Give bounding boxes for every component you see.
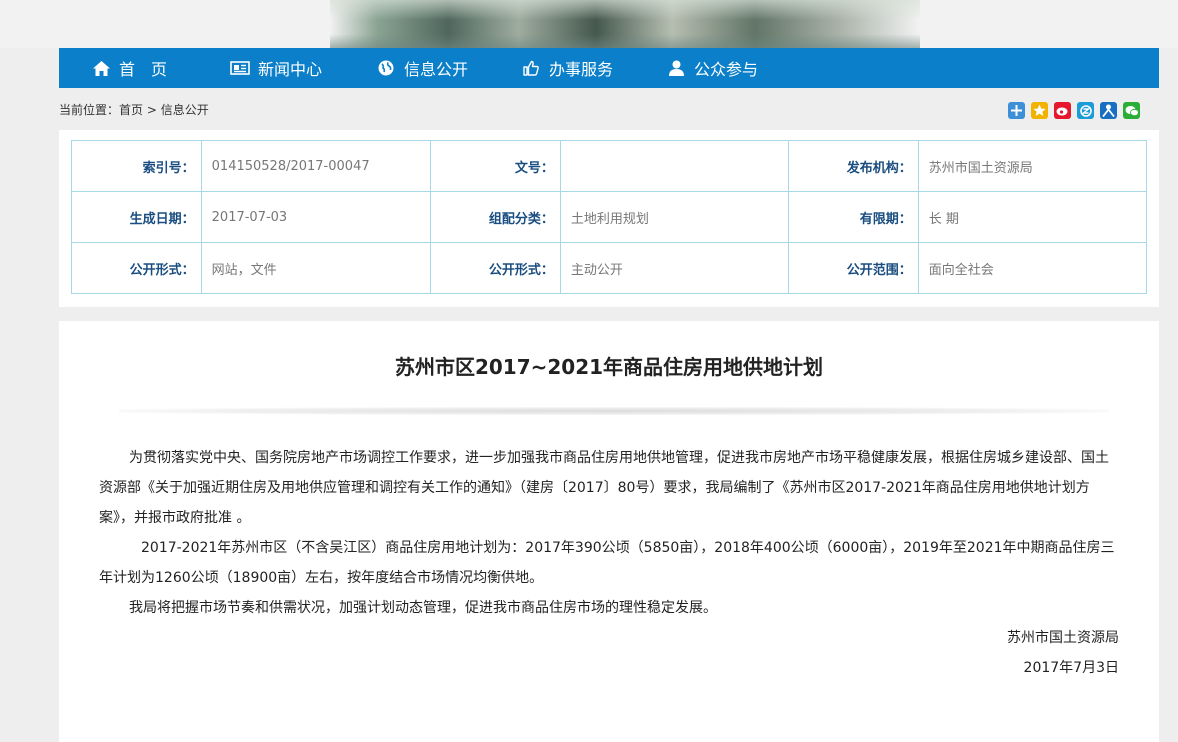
meta-key-scope: 公开范围：: [788, 242, 919, 294]
renren-icon[interactable]: [1100, 102, 1117, 119]
metadata-row: 生成日期： 2017-07-03 组配分类： 土地利用规划 有限期： 长 期: [71, 191, 1148, 243]
meta-key-publish-form: 公开形式：: [71, 242, 202, 294]
meta-key-category: 组配分类：: [430, 191, 561, 243]
metadata-table: 索引号： 014150528/2017-00047 文号： 发布机构： 苏州市国…: [71, 140, 1148, 294]
breadcrumb-prefix: 当前位置：: [59, 103, 120, 117]
meta-value-publisher: 苏州市国土资源局: [917, 140, 1148, 192]
meta-key-index: 索引号：: [71, 140, 202, 192]
article-paragraph: 为贯彻落实党中央、国务院房地产市场调控工作要求，进一步加强我市商品住房用地供地管…: [99, 450, 1109, 526]
plus-share-icon[interactable]: [1008, 102, 1025, 119]
metadata-row: 公开形式： 网站，文件 公开形式： 主动公开 公开范围： 面向全社会: [71, 242, 1148, 294]
meta-value-publish-form-2: 主动公开: [559, 242, 790, 294]
wechat-icon[interactable]: [1123, 102, 1140, 119]
nav-item-service[interactable]: 办事服务: [521, 48, 613, 88]
meta-value-publish-form: 网站，文件: [200, 242, 432, 294]
nav-item-public[interactable]: 公众参与: [666, 48, 758, 88]
weibo-icon[interactable]: [1054, 102, 1071, 119]
meta-key-doc-number: 文号：: [430, 140, 561, 192]
nav-label-news: 新闻中心: [258, 60, 323, 79]
breadcrumb-separator: >: [143, 103, 161, 117]
home-icon: [91, 59, 111, 77]
meta-value-validity: 长 期: [917, 191, 1148, 243]
banner-image: [330, 0, 920, 48]
signature-date: 2017年7月3日: [1023, 660, 1119, 676]
nav-label-service: 办事服务: [549, 60, 614, 79]
metadata-panel: 索引号： 014150528/2017-00047 文号： 发布机构： 苏州市国…: [59, 130, 1159, 307]
thumbs-up-icon: [521, 59, 541, 77]
meta-key-publisher: 发布机构：: [788, 140, 919, 192]
metadata-row: 索引号： 014150528/2017-00047 文号： 发布机构： 苏州市国…: [71, 140, 1148, 192]
article-paragraph: 2017-2021年苏州市区（不含吴江区）商品住房用地计划为：2017年390公…: [99, 540, 1115, 586]
article-title: 苏州市区2017~2021年商品住房用地供地计划: [394, 355, 824, 379]
article-body: 为贯彻落实党中央、国务院房地产市场调控工作要求，进一步加强我市商品住房用地供地管…: [99, 443, 1119, 683]
title-divider: [119, 407, 1109, 415]
globe-icon: [376, 59, 396, 77]
meta-value-index: 014150528/2017-00047: [200, 140, 432, 192]
nav-label-info: 信息公开: [404, 60, 469, 79]
meta-key-publish-form-2: 公开形式：: [430, 242, 561, 294]
qq-zone-icon[interactable]: [1077, 102, 1094, 119]
nav-item-home[interactable]: 首 页: [91, 48, 167, 88]
main-nav: 首 页 新闻中心 信息公开 办事服务 公众参与: [59, 48, 1159, 88]
newspaper-icon: [230, 59, 250, 77]
user-icon: [666, 59, 686, 77]
breadcrumb: 当前位置：首页 > 信息公开: [59, 101, 209, 118]
star-bookmark-icon[interactable]: [1031, 102, 1048, 119]
nav-item-info[interactable]: 信息公开: [376, 48, 468, 88]
meta-key-date: 生成日期：: [71, 191, 202, 243]
meta-value-date: 2017-07-03: [200, 191, 432, 243]
article-panel: 苏州市区2017~2021年商品住房用地供地计划 为贯彻落实党中央、国务院房地产…: [59, 321, 1159, 742]
meta-value-scope: 面向全社会: [917, 242, 1148, 294]
meta-value-doc-number: [559, 140, 790, 192]
breadcrumb-home-link[interactable]: 首页: [119, 103, 143, 117]
nav-label-public: 公众参与: [694, 60, 759, 79]
nav-label-home: 首 页: [119, 60, 168, 79]
signature-org: 苏州市国土资源局: [1007, 630, 1119, 646]
nav-item-news[interactable]: 新闻中心: [230, 48, 322, 88]
share-toolbar: [1008, 102, 1140, 119]
article-paragraph: 我局将把握市场节奏和供需状况，加强计划动态管理，促进我市商品住房市场的理性稳定发…: [129, 600, 717, 616]
header-banner: [0, 0, 1178, 48]
meta-value-category: 土地利用规划: [559, 191, 790, 243]
breadcrumb-current-link[interactable]: 信息公开: [161, 103, 209, 117]
meta-key-validity: 有限期：: [788, 191, 919, 243]
